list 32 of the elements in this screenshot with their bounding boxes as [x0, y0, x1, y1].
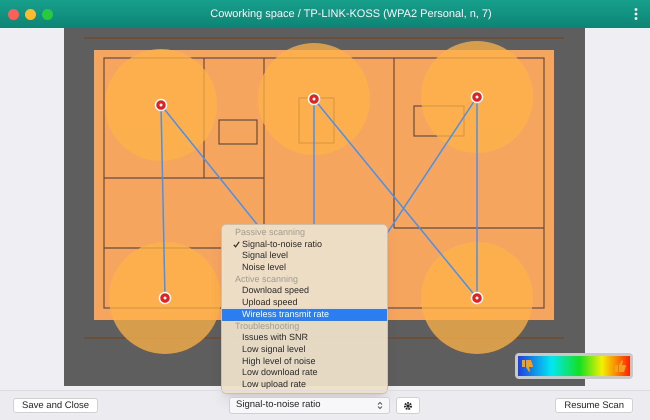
- menu-item[interactable]: Signal-to-noise ratio: [222, 238, 387, 250]
- settings-button[interactable]: [396, 397, 420, 414]
- menu-item[interactable]: Low upload rate: [222, 378, 387, 391]
- metric-select[interactable]: Signal-to-noise ratio: [229, 397, 390, 414]
- menu-item[interactable]: Upload speed: [222, 297, 387, 309]
- save-and-close-button[interactable]: Save and Close: [13, 398, 98, 413]
- window-title: Coworking space / TP-LINK-KOSS (WPA2 Personal, n, 7): [209, 6, 493, 22]
- checkmark-icon: [233, 241, 240, 248]
- access-point-marker[interactable]: [308, 92, 320, 106]
- menu-item[interactable]: Noise level: [222, 262, 387, 274]
- more-menu-icon[interactable]: [634, 8, 638, 20]
- access-point-marker[interactable]: [154, 98, 168, 112]
- menu-item[interactable]: High level of noise: [222, 356, 387, 368]
- menu-item[interactable]: Low signal level: [222, 344, 387, 356]
- menu-section-header: Passive scanning: [234, 227, 306, 239]
- menu-item[interactable]: Wireless transmit rate: [222, 308, 387, 320]
- menu-item[interactable]: Issues with SNR: [222, 332, 387, 344]
- access-point-marker[interactable]: [470, 90, 484, 104]
- menu-item[interactable]: Download speed: [222, 285, 387, 298]
- resume-scan-button[interactable]: Resume Scan: [555, 398, 633, 413]
- settings-icon: [403, 400, 413, 410]
- thumbs-up-icon: [614, 359, 627, 373]
- menu-section-header: Active scanning: [234, 274, 300, 286]
- updown-chevron-icon: [377, 401, 383, 410]
- menu-item[interactable]: Signal level: [222, 250, 387, 262]
- menu-item[interactable]: Low download rate: [222, 367, 387, 379]
- minimize-window-button[interactable]: [25, 8, 36, 20]
- access-point-marker[interactable]: [158, 292, 172, 304]
- access-point-marker[interactable]: [470, 292, 484, 304]
- menu-section-header: Troubleshooting: [234, 320, 300, 332]
- thumbs-down-icon: [521, 359, 534, 373]
- desk-outline: [218, 119, 258, 145]
